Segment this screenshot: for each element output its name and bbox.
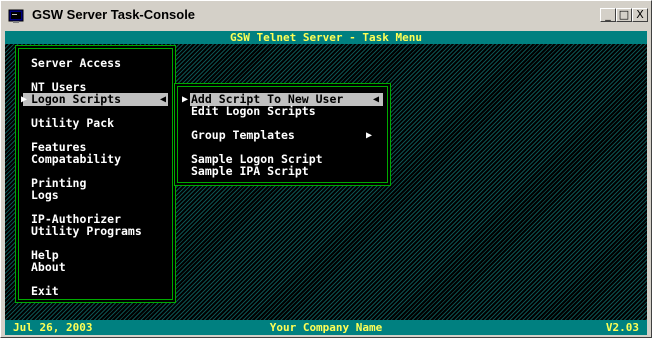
status-version: V2.03 [605, 321, 639, 334]
menu-item-utility-pack[interactable]: Utility Pack [31, 117, 114, 130]
console-window: GSW Server Task-Console _ □ X GSW Telnet… [0, 0, 652, 338]
menu-item-server-access[interactable]: Server Access [31, 57, 121, 70]
menu-item-logon-scripts[interactable]: Logon Scripts [23, 93, 168, 106]
submenu-item-edit-logon-scripts[interactable]: Edit Logon Scripts [191, 105, 316, 118]
submenu-item-group-templates[interactable]: Group Templates [191, 129, 295, 142]
submenu-expand-arrow-icon: ▶ [366, 130, 373, 141]
submenu-left-arrow-icon: ◀ [373, 94, 380, 105]
menu-item-exit[interactable]: Exit [31, 285, 59, 298]
window-title: GSW Server Task-Console [32, 7, 196, 22]
submenu-item-sample-ipa-script[interactable]: Sample IPA Script [191, 165, 309, 178]
title-bar[interactable]: GSW Server Task-Console _ □ X [4, 4, 648, 28]
console-screen: GSW Telnet Server - Task Menu Server Acc… [5, 31, 647, 335]
task-menu-header: GSW Telnet Server - Task Menu [5, 31, 647, 44]
console-app-icon [8, 9, 24, 23]
selection-left-arrow-icon: ◀ [160, 94, 167, 105]
menu-item-compatability[interactable]: Compatability [31, 153, 121, 166]
menu-item-utility-programs[interactable]: Utility Programs [31, 225, 142, 238]
selection-right-arrow-icon: ▶ [21, 94, 28, 105]
submenu-right-arrow-icon: ▶ [182, 94, 189, 105]
status-company: Your Company Name [269, 321, 383, 334]
close-button[interactable]: X [632, 8, 648, 22]
status-bar: Jul 26, 2003 Your Company Name V2.03 [5, 320, 647, 335]
menu-item-about[interactable]: About [31, 261, 66, 274]
minimize-button[interactable]: _ [600, 8, 616, 22]
maximize-button[interactable]: □ [616, 8, 632, 22]
menu-item-logs[interactable]: Logs [31, 189, 59, 202]
